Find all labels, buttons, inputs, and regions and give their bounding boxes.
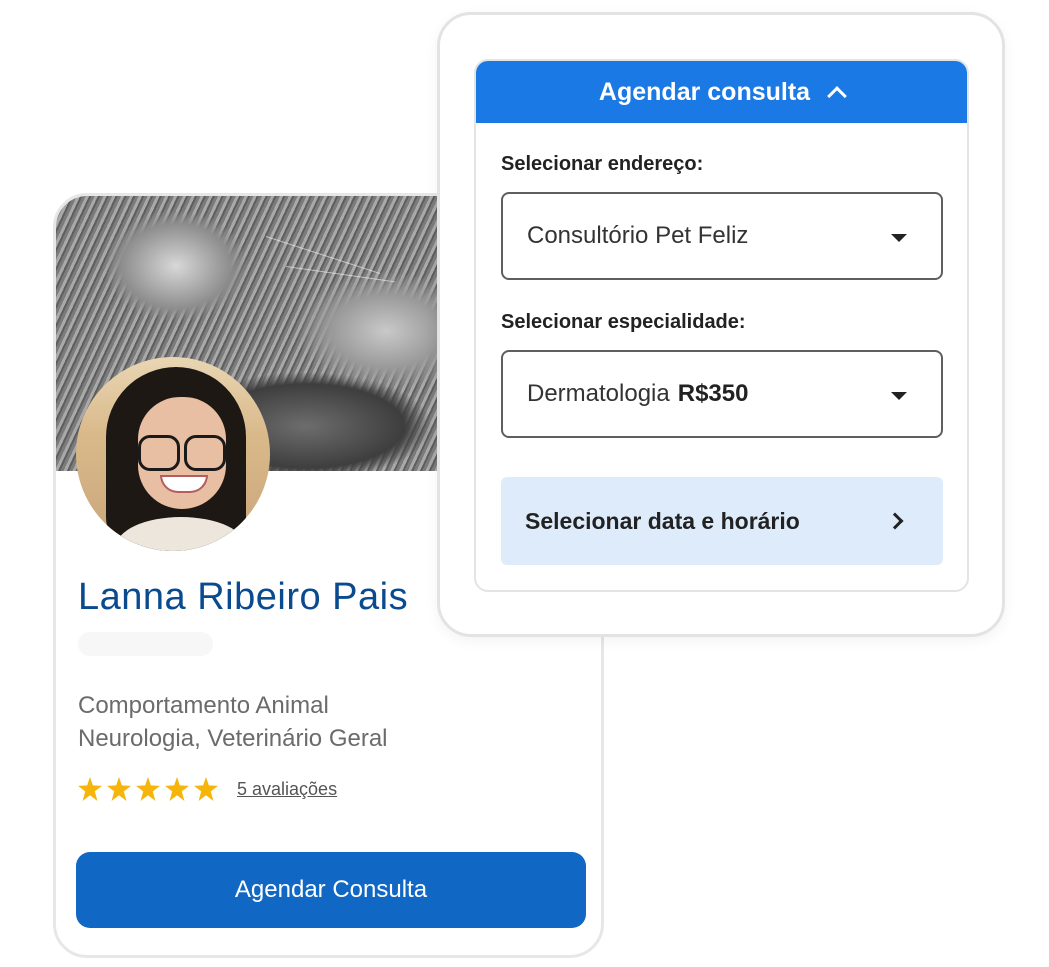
specialties-line-1: Comportamento Animal	[78, 692, 329, 719]
chevron-right-icon	[886, 512, 904, 530]
address-select-value: Consultório Pet Feliz	[527, 222, 749, 249]
chevron-up-icon	[827, 86, 847, 106]
book-appointment-button[interactable]: Agendar Consulta	[76, 852, 586, 928]
specialties: Comportamento Animal Neurologia, Veterin…	[78, 689, 388, 755]
schedule-form: Agendar consulta Selecionar endereço: Co…	[474, 59, 969, 592]
caret-down-icon	[891, 392, 907, 400]
star-icon	[136, 777, 160, 801]
select-date-time-button[interactable]: Selecionar data e horário	[501, 477, 943, 565]
specialties-line-2: Neurologia, Veterinário Geral	[78, 725, 388, 752]
reviews-link[interactable]: 5 avaliações	[237, 779, 337, 800]
address-select[interactable]: Consultório Pet Feliz	[501, 192, 943, 280]
avatar-glasses-left	[138, 435, 180, 471]
specialty-price: R$350	[677, 380, 749, 407]
schedule-header-toggle[interactable]: Agendar consulta	[476, 61, 967, 123]
specialty-label: Selecionar especialidade:	[501, 311, 746, 333]
star-icon	[165, 777, 189, 801]
star-icon	[107, 777, 131, 801]
star-icon	[194, 777, 218, 801]
vet-name: Lanna Ribeiro Pais	[78, 576, 409, 618]
caret-down-icon	[891, 234, 907, 242]
star-icon	[78, 777, 102, 801]
specialty-select[interactable]: Dermatologia R$350	[501, 350, 943, 438]
subtitle-placeholder	[78, 632, 213, 656]
rating: 5 avaliações	[78, 777, 337, 801]
schedule-header-title: Agendar consulta	[598, 77, 811, 106]
select-date-time-label: Selecionar data e horário	[525, 507, 800, 534]
avatar-glasses-right	[184, 435, 226, 471]
address-label: Selecionar endereço:	[501, 153, 704, 175]
avatar	[76, 357, 270, 551]
schedule-panel: Agendar consulta Selecionar endereço: Co…	[437, 12, 1005, 637]
specialty-select-value: Dermatologia	[527, 380, 670, 407]
